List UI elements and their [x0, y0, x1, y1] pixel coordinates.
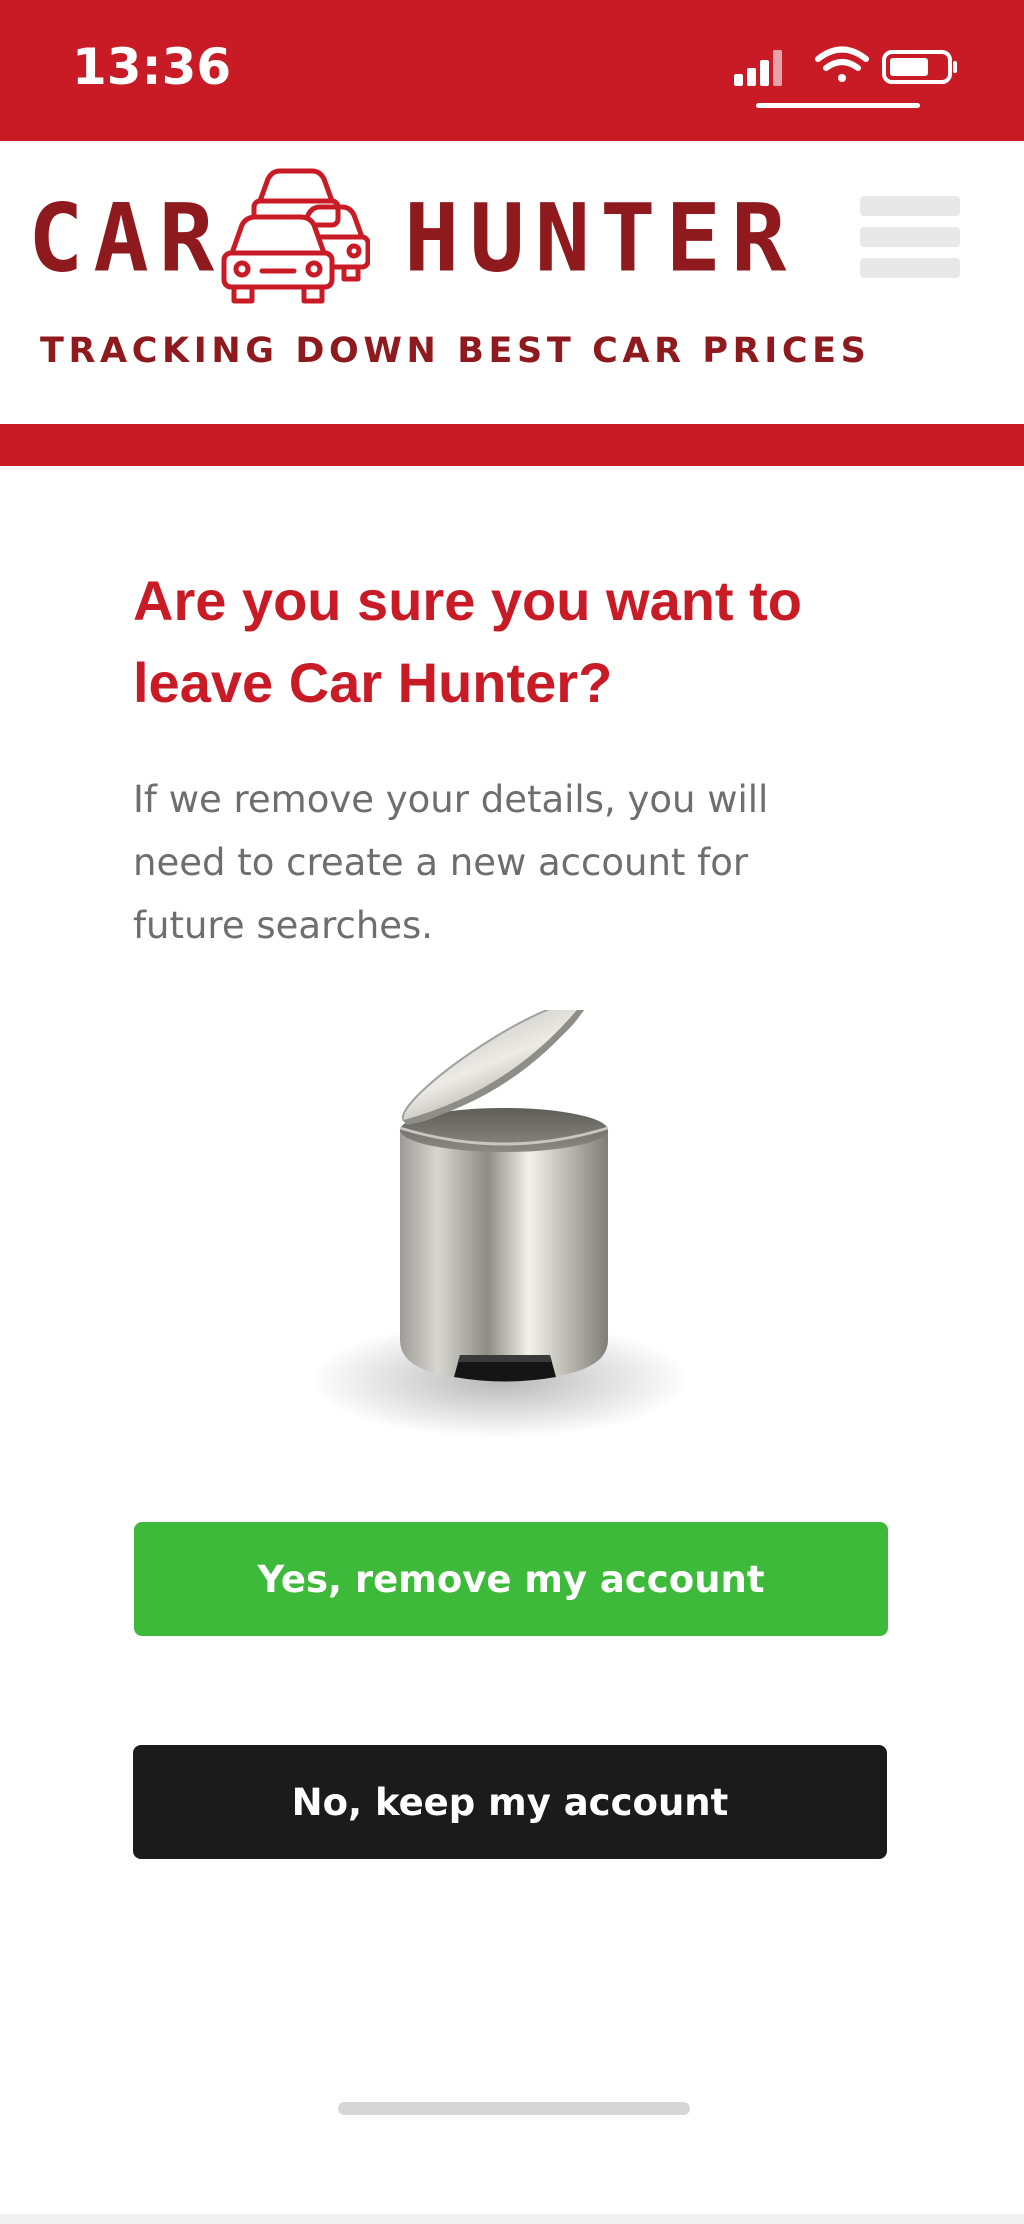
status-underline	[756, 103, 920, 108]
menu-bar	[860, 196, 960, 216]
logo-word-car: CAR	[28, 183, 225, 294]
wifi-icon	[815, 46, 869, 82]
logo-word-hunter: HUNTER	[404, 183, 797, 294]
home-indicator[interactable]	[338, 2102, 690, 2115]
page-title: Are you sure you want to leave Car Hunte…	[133, 569, 802, 714]
status-time: 13:36	[72, 38, 232, 96]
signal-icon	[734, 50, 782, 86]
battery-icon	[882, 50, 957, 84]
status-bar: 13:36	[0, 0, 1024, 141]
trash-bin-icon	[300, 1001, 700, 1470]
app-header: CAR HUNTER TRACKING DOWN BEST CAR PRICES	[0, 141, 1024, 424]
bottom-strip	[0, 2214, 1024, 2224]
cars-icon	[220, 159, 371, 305]
warning-message: If we remove your details, you will need…	[133, 778, 769, 947]
keep-account-button[interactable]: No, keep my account	[133, 1745, 887, 1859]
tagline: TRACKING DOWN BEST CAR PRICES	[40, 331, 871, 371]
header-divider	[0, 424, 1024, 466]
confirm-remove-button[interactable]: Yes, remove my account	[134, 1522, 888, 1636]
hamburger-menu-icon[interactable]	[860, 196, 960, 278]
menu-bar	[860, 227, 960, 247]
menu-bar	[860, 258, 960, 278]
